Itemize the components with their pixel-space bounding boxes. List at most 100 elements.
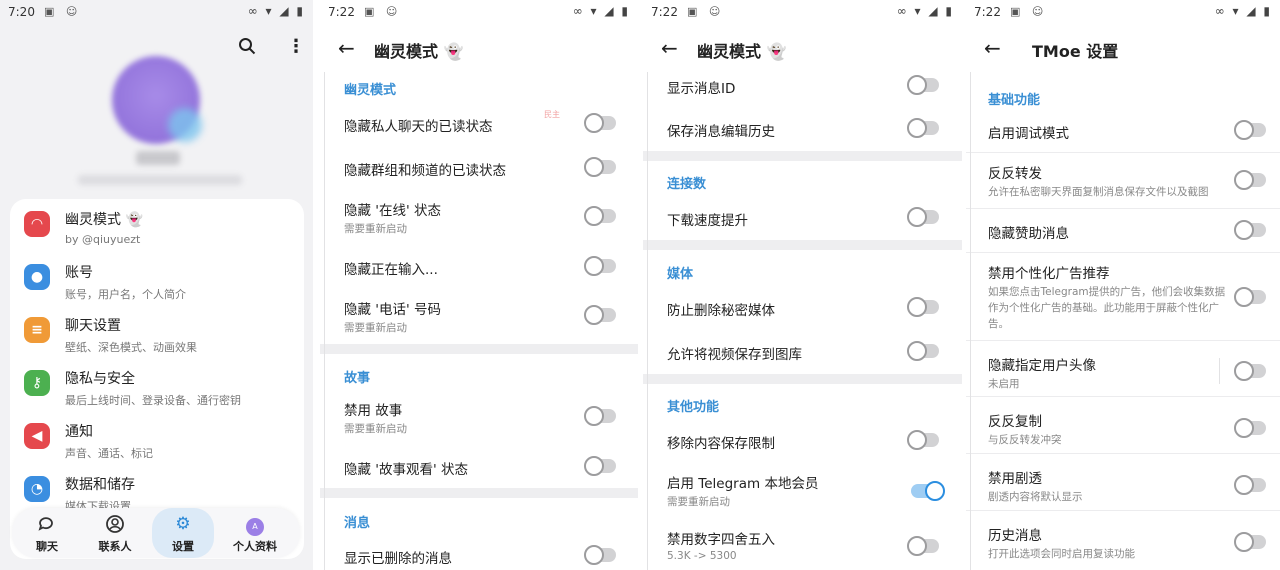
row-title: 禁用数字四舍五入 [667,532,775,548]
toggle-switch[interactable] [907,341,939,361]
nav-label: 聊天 [36,540,58,553]
nav-label: 个人资料 [233,540,277,553]
menu-item-subtitle: 账号，用户名，个人简介 [65,288,186,301]
section-header: 其他功能 [667,400,720,415]
more-menu-icon[interactable]: ⋮ [287,36,305,57]
row-title: 隐藏正在输入... [344,262,438,278]
row-title: 禁用 故事 [344,403,403,419]
status-system-icons: ∞ ▾ ◢ ▮ [896,4,954,18]
toggle-switch[interactable] [1234,532,1266,552]
row-title: 启用 Telegram 本地会员 [667,476,819,492]
nav-tab-settings[interactable]: ⚙ 设置 [152,508,214,558]
row-title: 反反复制 [988,414,1042,430]
row-subtitle: 未启用 [988,378,1020,390]
status-notification-icons: ▣ ☺ [1010,5,1048,18]
status-time: 7:22 [328,5,355,19]
panel-edge [324,72,325,570]
menu-item-subtitle: by @qiuyuezt [65,233,141,246]
row-separator [1219,358,1220,384]
toggle-switch[interactable] [584,406,616,426]
nav-label: 设置 [172,540,194,553]
person-icon: ● [24,264,50,290]
menu-item-account[interactable]: ● 账号 账号，用户名，个人简介 [10,256,304,308]
page-title: TMoe 设置 [1032,42,1119,61]
menu-item-chat-settings[interactable]: ≡ 聊天设置 壁纸、深色模式、动画效果 [10,309,304,361]
menu-item-ghost-mode[interactable]: ◠ 幽灵模式 👻 by @qiuyuezt [10,203,304,255]
toggle-switch[interactable] [584,456,616,476]
settings-menu-card: ◠ 幽灵模式 👻 by @qiuyuezt ● 账号 账号，用户名，个人简介 ≡… [10,199,304,559]
toggle-switch[interactable] [907,297,939,317]
app-bar: ← TMoe 设置 [966,28,1280,72]
nav-tab-chats[interactable]: 聊天 [16,508,78,558]
blurred-user-info [78,175,242,185]
section-gap [643,374,962,384]
ghost-icon: ◠ [24,211,50,237]
toggle-switch[interactable] [1234,475,1266,495]
toggle-switch[interactable] [907,118,939,138]
row-title: 隐藏群组和频道的已读状态 [344,163,506,179]
section-header: 基础功能 [988,93,1041,108]
row-divider [966,453,1280,454]
status-bar: 7:22 ▣ ☺ ∞ ▾ ◢ ▮ [643,0,962,28]
status-time: 7:22 [651,5,678,19]
toggle-switch[interactable] [1234,120,1266,140]
status-time: 7:20 [8,5,35,19]
row-title: 隐藏 '故事观看' 状态 [344,462,469,478]
page-title: 幽灵模式 👻 [374,42,464,61]
contacts-icon [84,514,146,539]
row-subtitle: 允许在私密聊天界面复制消息保存文件以及截图 [988,186,1209,198]
row-title: 隐藏 '电话' 号码 [344,302,442,318]
section-header: 连接数 [667,177,707,192]
section-header: 幽灵模式 [344,83,397,98]
nav-label: 联系人 [98,540,132,553]
back-arrow-icon[interactable]: ← [661,36,678,60]
back-arrow-icon[interactable]: ← [338,36,355,60]
status-bar: 7:22 ▣ ☺ ∞ ▾ ◢ ▮ [966,0,1280,28]
camera-badge-icon[interactable] [168,108,202,142]
row-title: 防止删除秘密媒体 [667,303,775,319]
back-arrow-icon[interactable]: ← [984,36,1001,60]
toggle-switch[interactable] [907,536,939,556]
toggle-switch[interactable] [584,305,616,325]
toggle-switch[interactable] [1234,418,1266,438]
toggle-switch[interactable] [584,256,616,276]
status-system-icons: ∞ ▾ ◢ ▮ [247,4,305,18]
tmoe-settings-screen: 7:22 ▣ ☺ ∞ ▾ ◢ ▮ ← TMoe 设置 基础功能 启用调试模式 反… [966,0,1280,570]
toggle-switch[interactable] [907,430,939,450]
menu-item-title: 聊天设置 [65,318,121,334]
ghost-mode-screen-2: 7:22 ▣ ☺ ∞ ▾ ◢ ▮ ← 幽灵模式 👻 显示消息ID 保存消息编辑历… [643,0,962,570]
row-title: 反反转发 [988,166,1042,182]
settings-list: 基础功能 启用调试模式 反反转发 允许在私密聊天界面复制消息保存文件以及截图 隐… [966,72,1280,570]
nav-tab-profile[interactable]: A 个人资料 [224,508,286,558]
row-divider [966,510,1280,511]
menu-item-title: 幽灵模式 👻 [65,212,143,228]
toggle-switch[interactable] [584,157,616,177]
menu-item-title: 数据和储存 [65,477,135,493]
search-icon[interactable] [238,37,256,60]
toggle-switch[interactable] [1234,220,1266,240]
ghost-mode-screen-1: 7:22 ▣ ☺ ∞ ▾ ◢ ▮ ← 幽灵模式 👻 幽灵模式 隐藏私人聊天的已读… [320,0,638,570]
row-title: 下载速度提升 [667,213,748,229]
row-subtitle: 需要重新启动 [667,496,730,508]
app-bar: ← 幽灵模式 👻 [320,28,638,72]
toggle-switch[interactable] [907,207,939,227]
toggle-switch[interactable] [584,206,616,226]
nav-tab-contacts[interactable]: 联系人 [84,508,146,558]
menu-item-title: 通知 [65,424,93,440]
speaker-icon: ◀ [24,423,50,449]
status-time: 7:22 [974,5,1001,19]
app-bar: ← 幽灵模式 👻 [643,28,962,72]
section-gap [320,488,638,498]
toggle-switch[interactable] [584,113,616,133]
menu-item-title: 账号 [65,265,93,281]
menu-item-privacy[interactable]: ⚷ 隐私与安全 最后上线时间、登录设备、通行密钥 [10,362,304,414]
menu-item-notifications[interactable]: ◀ 通知 声音、通话、标记 [10,415,304,467]
toggle-switch[interactable] [907,75,939,95]
watermark-mark: 民主 [544,110,560,119]
toggle-switch[interactable] [584,545,616,565]
toggle-switch[interactable] [1234,361,1266,381]
row-title: 历史消息 [988,528,1042,544]
toggle-switch-on[interactable] [911,481,945,501]
toggle-switch[interactable] [1234,170,1266,190]
toggle-switch[interactable] [1234,287,1266,307]
